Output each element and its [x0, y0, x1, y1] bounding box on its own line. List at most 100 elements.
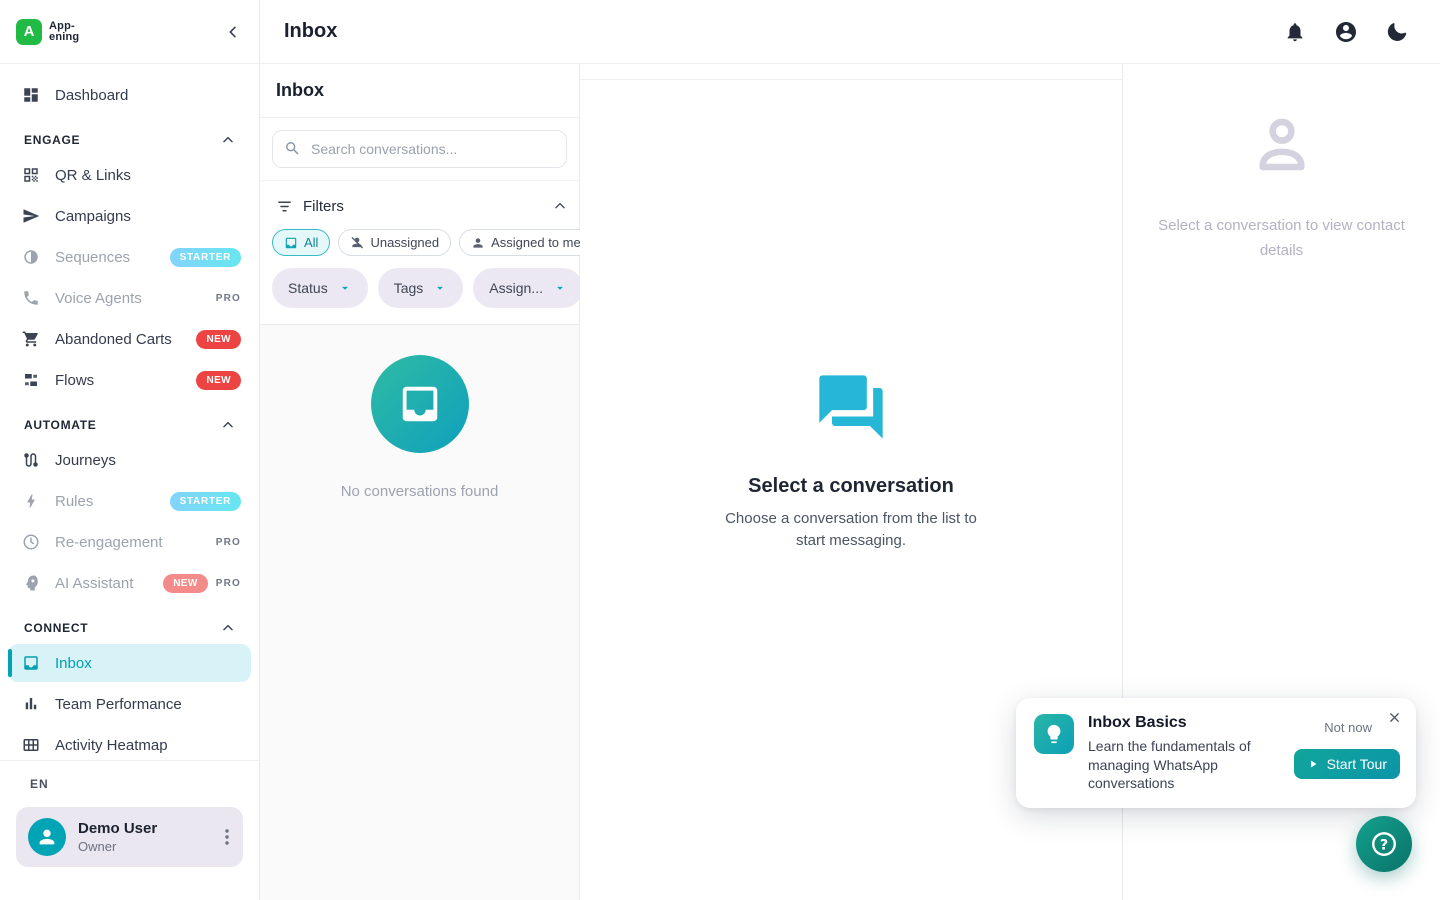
topbar-actions: [1284, 20, 1408, 44]
sidebar-item-re-engagement[interactable]: Re-engagement PRO: [8, 523, 251, 561]
start-tour-label: Start Tour: [1327, 756, 1387, 772]
tour-title: Inbox Basics: [1088, 714, 1264, 732]
more-options-icon[interactable]: [219, 825, 235, 849]
inbox-icon: [397, 381, 443, 427]
sidebar-item-activity-heatmap[interactable]: Activity Heatmap: [8, 726, 251, 760]
user-role: Owner: [78, 839, 219, 854]
sidebar-item-rules[interactable]: Rules STARTER: [8, 482, 251, 520]
help-button[interactable]: ?: [1356, 816, 1412, 872]
qr-code-icon: [22, 166, 40, 184]
filters-title: Filters: [303, 198, 553, 215]
tour-body: Learn the fundamentals of managing Whats…: [1088, 737, 1264, 792]
assignee-filter-dropdown[interactable]: Assign...: [473, 268, 583, 308]
conversations-panel: Inbox Filters: [260, 64, 580, 900]
contact-empty-text: Select a conversation to view contact de…: [1138, 214, 1426, 264]
conversation-list: No conversations found: [260, 325, 579, 900]
sidebar-item-qr-links[interactable]: QR & Links: [8, 156, 251, 194]
chevron-up-icon: [221, 133, 235, 147]
filter-chip-assigned-to-me[interactable]: Assigned to me: [459, 229, 593, 256]
caret-down-icon: [338, 281, 352, 295]
sidebar-section-automate[interactable]: AUTOMATE: [14, 415, 245, 435]
language-selector[interactable]: EN: [16, 777, 243, 791]
notifications-button[interactable]: [1284, 21, 1306, 43]
bar-chart-icon: [22, 695, 40, 713]
sidebar-item-label: Inbox: [55, 655, 241, 672]
user-name: Demo User: [78, 820, 219, 837]
chip-label: Assigned to me: [491, 235, 581, 250]
dark-mode-toggle[interactable]: [1386, 21, 1408, 43]
caret-down-icon: [433, 281, 447, 295]
caret-down-icon: [553, 281, 567, 295]
pro-tier-label: PRO: [216, 578, 241, 589]
search-input[interactable]: [272, 130, 567, 168]
brand-logo: A: [16, 19, 42, 45]
sidebar-item-voice-agents[interactable]: Voice Agents PRO: [8, 279, 251, 317]
tour-dismiss-button[interactable]: Not now: [1324, 720, 1372, 735]
start-tour-button[interactable]: Start Tour: [1294, 749, 1400, 779]
filter-chip-all[interactable]: All: [272, 229, 330, 256]
ai-head-icon: [22, 574, 40, 592]
chip-label: All: [304, 235, 318, 250]
play-icon: [1307, 758, 1319, 770]
sidebar-item-label: Voice Agents: [55, 290, 208, 307]
sidebar-item-label: Activity Heatmap: [55, 737, 241, 754]
empty-conversations-text: No conversations found: [341, 483, 499, 500]
sidebar-item-label: Rules: [55, 493, 170, 510]
sidebar-item-abandoned-carts[interactable]: Abandoned Carts NEW: [8, 320, 251, 358]
new-badge: NEW: [196, 371, 241, 390]
sidebar-item-ai-assistant[interactable]: AI Assistant NEW PRO: [8, 564, 251, 602]
sidebar-collapse-button[interactable]: [225, 24, 241, 40]
sidebar-item-team-performance[interactable]: Team Performance: [8, 685, 251, 723]
person-outline-icon: [1249, 112, 1315, 178]
status-filter-dropdown[interactable]: Status: [272, 268, 368, 308]
sidebar-item-inbox[interactable]: Inbox: [8, 644, 251, 682]
sidebar-item-label: Dashboard: [55, 87, 241, 104]
bell-icon: [1284, 21, 1306, 43]
sidebar-section-connect[interactable]: CONNECT: [14, 618, 245, 638]
tour-text: Inbox Basics Learn the fundamentals of m…: [1088, 714, 1264, 792]
starter-badge: STARTER: [170, 248, 241, 267]
sidebar: A App- ening Dashboard ENGAGE QR & Links…: [0, 0, 260, 900]
person-icon: [36, 826, 58, 848]
chevron-up-icon: [221, 621, 235, 635]
chat-empty-body: Choose a conversation from the list to s…: [716, 508, 986, 552]
phone-icon: [22, 289, 40, 307]
filters-header[interactable]: Filters: [272, 189, 567, 223]
moon-icon: [1386, 21, 1408, 43]
filter-icon: [276, 198, 293, 215]
sidebar-item-dashboard[interactable]: Dashboard: [8, 76, 251, 114]
filters-section: Filters All Unassigned Assigned to me: [260, 181, 579, 325]
tour-close-button[interactable]: [1387, 710, 1402, 725]
lightbulb-icon: [1043, 723, 1065, 745]
user-meta: Demo User Owner: [78, 820, 219, 854]
chevron-up-icon: [553, 199, 567, 213]
active-indicator: [8, 649, 12, 677]
search-section: [260, 118, 579, 181]
sidebar-item-label: Campaigns: [55, 208, 241, 225]
tags-filter-dropdown[interactable]: Tags: [378, 268, 464, 308]
user-card[interactable]: Demo User Owner: [16, 807, 243, 867]
filter-chip-unassigned[interactable]: Unassigned: [338, 229, 451, 256]
sidebar-item-flows[interactable]: Flows NEW: [8, 361, 251, 399]
chevron-up-icon: [221, 418, 235, 432]
chat-toolbar: [580, 64, 1122, 80]
sidebar-item-label: Journeys: [55, 452, 241, 469]
sidebar-item-journeys[interactable]: Journeys: [8, 441, 251, 479]
sidebar-section-engage[interactable]: ENGAGE: [14, 130, 245, 150]
flows-icon: [22, 371, 40, 389]
account-circle-icon: [1334, 20, 1358, 44]
new-badge: NEW: [196, 330, 241, 349]
sidebar-item-sequences[interactable]: Sequences STARTER: [8, 238, 251, 276]
brand-name: App- ening: [49, 21, 79, 43]
cart-icon: [22, 330, 40, 348]
half-circle-icon: [22, 248, 40, 266]
user-avatar: [28, 818, 66, 856]
svg-text:?: ?: [1380, 837, 1388, 853]
account-button[interactable]: [1334, 20, 1358, 44]
inbox-icon: [22, 654, 40, 672]
tour-popup: Inbox Basics Learn the fundamentals of m…: [1016, 698, 1416, 808]
topbar: Inbox: [260, 0, 1440, 64]
person-icon: [471, 236, 485, 250]
route-icon: [22, 451, 40, 469]
sidebar-item-campaigns[interactable]: Campaigns: [8, 197, 251, 235]
